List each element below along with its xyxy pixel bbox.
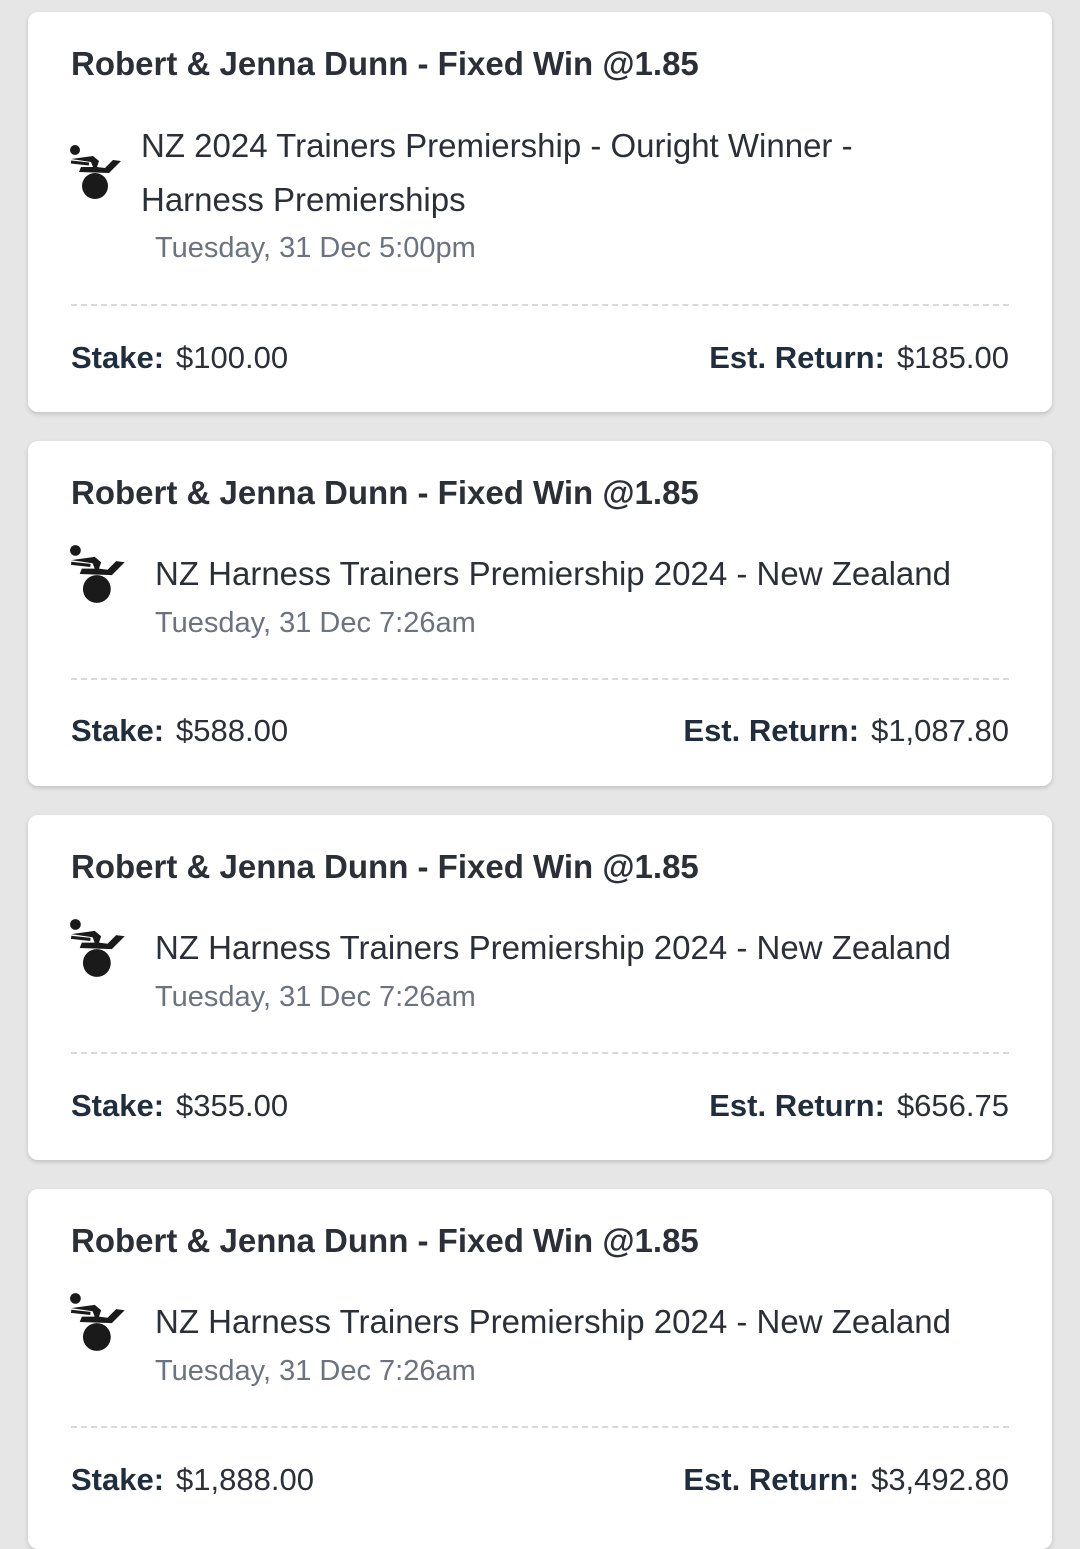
bet-card[interactable]: Robert & Jenna Dunn - Fixed Win @1.85 NZ…: [28, 1189, 1052, 1549]
harness-racing-icon: [69, 1289, 125, 1351]
harness-racing-icon: [69, 915, 125, 977]
bet-card[interactable]: Robert & Jenna Dunn - Fixed Win @1.85 NZ…: [28, 12, 1052, 412]
est-return-label: Est. Return:: [709, 340, 885, 375]
harness-racing-icon: [69, 541, 125, 603]
est-return: Est. Return: $1,087.80: [683, 713, 1009, 749]
est-return-value: $1,087.80: [871, 713, 1009, 748]
event-time: Tuesday, 31 Dec 7:26am: [155, 981, 476, 1013]
stake-value: $588.00: [176, 713, 289, 748]
stake-label: Stake:: [71, 340, 165, 375]
stake-label: Stake:: [71, 1088, 165, 1123]
event-name: NZ Harness Trainers Premiership 2024 - N…: [155, 1303, 951, 1340]
est-return-value: $185.00: [896, 340, 1009, 375]
bet-selection-title: Robert & Jenna Dunn - Fixed Win @1.85: [71, 45, 699, 82]
event-time: Tuesday, 31 Dec 7:26am: [155, 607, 476, 639]
bet-card[interactable]: Robert & Jenna Dunn - Fixed Win @1.85 NZ…: [28, 815, 1052, 1160]
est-return-value: $656.75: [896, 1088, 1009, 1123]
stake-return-row: Stake: $588.00 Est. Return: $1,087.80: [71, 713, 1009, 749]
event-time: Tuesday, 31 Dec 5:00pm: [155, 232, 476, 264]
stake-value: $355.00: [176, 1088, 289, 1123]
bet-selection-title: Robert & Jenna Dunn - Fixed Win @1.85: [71, 848, 699, 885]
stake: Stake: $1,888.00: [71, 1462, 314, 1498]
divider: [71, 678, 1009, 680]
event-name: NZ 2024 Trainers Premiership - Ouright W…: [141, 119, 853, 227]
stake-value: $100.00: [176, 340, 289, 375]
stake: Stake: $100.00: [71, 340, 288, 376]
bet-selection-title: Robert & Jenna Dunn - Fixed Win @1.85: [71, 1222, 699, 1259]
divider: [71, 1052, 1009, 1054]
stake-value: $1,888.00: [176, 1462, 314, 1497]
stake-label: Stake:: [71, 713, 165, 748]
divider: [71, 304, 1009, 306]
harness-racing-icon: [69, 142, 125, 202]
est-return: Est. Return: $3,492.80: [683, 1462, 1009, 1498]
est-return-label: Est. Return:: [683, 713, 860, 748]
est-return-label: Est. Return:: [683, 1462, 860, 1497]
est-return-label: Est. Return:: [709, 1088, 885, 1123]
est-return: Est. Return: $656.75: [709, 1088, 1009, 1124]
event-name: NZ Harness Trainers Premiership 2024 - N…: [155, 929, 951, 966]
est-return-value: $3,492.80: [871, 1462, 1009, 1497]
event-name-line: NZ 2024 Trainers Premiership - Ouright W…: [141, 127, 853, 164]
est-return: Est. Return: $185.00: [709, 340, 1009, 376]
divider: [71, 1426, 1009, 1428]
stake-return-row: Stake: $100.00 Est. Return: $185.00: [71, 340, 1009, 376]
bet-card[interactable]: Robert & Jenna Dunn - Fixed Win @1.85 NZ…: [28, 441, 1052, 786]
event-time: Tuesday, 31 Dec 7:26am: [155, 1355, 476, 1387]
stake-return-row: Stake: $1,888.00 Est. Return: $3,492.80: [71, 1462, 1009, 1498]
bet-selection-title: Robert & Jenna Dunn - Fixed Win @1.85: [71, 474, 699, 511]
stake-label: Stake:: [71, 1462, 165, 1497]
event-name-line: Harness Premierships: [141, 181, 466, 218]
stake: Stake: $355.00: [71, 1088, 288, 1124]
stake-return-row: Stake: $355.00 Est. Return: $656.75: [71, 1088, 1009, 1124]
stake: Stake: $588.00: [71, 713, 288, 749]
event-name: NZ Harness Trainers Premiership 2024 - N…: [155, 555, 951, 592]
